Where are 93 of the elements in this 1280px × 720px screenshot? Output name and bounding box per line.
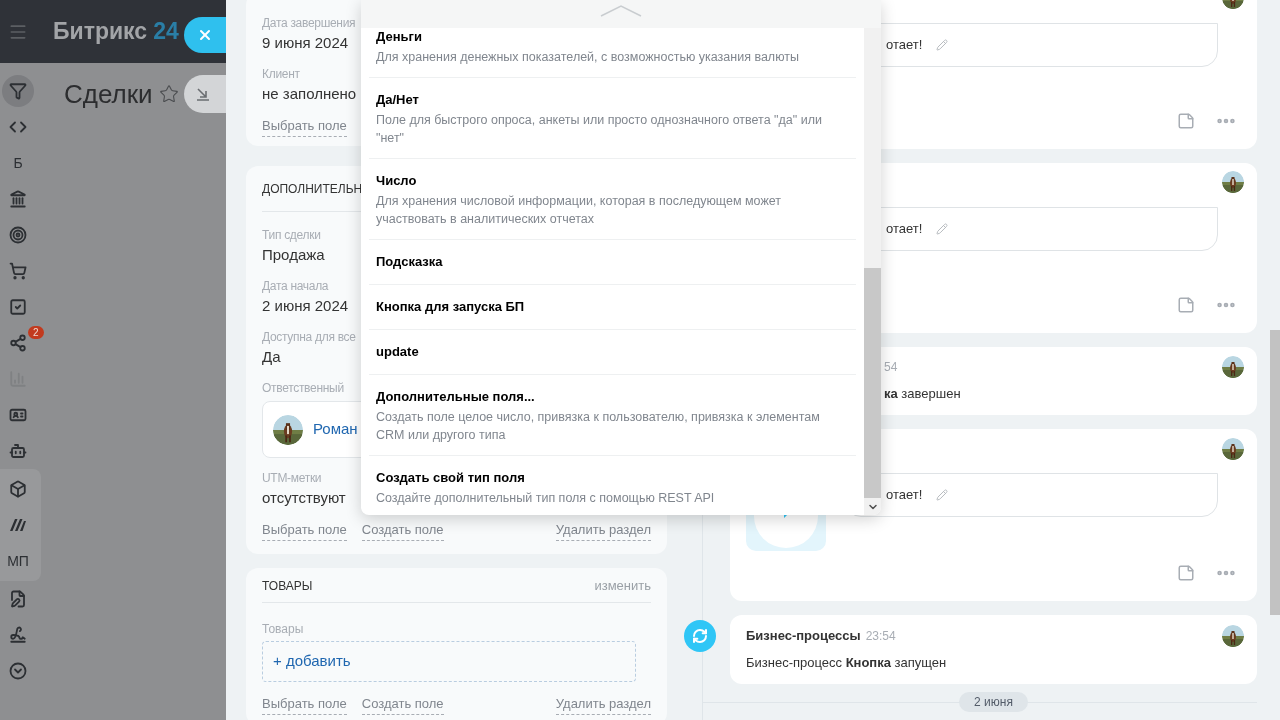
process-icon [684,620,716,652]
link[interactable]: Создать поле [361,694,444,715]
menu-item-title: Число [376,172,418,190]
menu-item-title: Да/Нет [376,91,420,109]
field-value: Да [262,347,281,367]
menu-item[interactable]: Дополнительные поля... Создать поле целое число, привязка к пользователю, привязка к элементам CRM или другого типа [369,375,856,456]
sidebar-item[interactable] [8,189,28,209]
menu-item-title: Кнопка для запуска БП [376,298,526,316]
menu-item[interactable]: Создать свой тип поля Создайте дополнительный тип поля с помощью REST API [369,456,856,515]
menu-item[interactable]: Подсказка [369,240,856,285]
slash-logo-icon [9,518,27,532]
menu-item-description: Создать поле целое число, привязка к пользователю, привязка к элементам CRM или другого типа [376,409,821,444]
field-label: Клиент [262,66,300,83]
target-icon [9,226,27,244]
chevron-down-icon [9,662,27,680]
menu-item-description: Для хранения числовой информации, которая в последующем может участвовать в аналитических отчетах [376,193,782,228]
menu-item-title: Создать свой тип поля [376,469,526,487]
field-label: Доступна для все [262,329,356,346]
link[interactable]: Создать поле [361,520,444,541]
menu-item-title: Дополнительные поля... [376,388,536,406]
nodes-icon [9,334,27,352]
menu-item-description: Для хранения денежных показателей, с возможностью указания валюты [376,49,800,66]
field-label: UTM-метки [262,470,322,487]
sidebar-item[interactable] [8,333,28,353]
menu-item[interactable]: Число Для хранения числовой информации, которая в последующем может участвовать в аналитических отчетах [369,159,856,240]
menu-item-description: Создайте дополнительный тип поля с помощью REST API [376,490,716,507]
sidebar-item[interactable] [8,479,28,499]
sidebar-item[interactable] [2,75,34,107]
download-button[interactable] [184,75,226,113]
sidebar-item[interactable] [8,661,28,681]
menu-item[interactable]: Кнопка для запуска БП [369,285,856,330]
field-value: отсутствуют [262,488,346,508]
close-icon [197,27,213,43]
section-title: ТОВАРЫ [262,578,313,595]
comment-text: отает! [886,220,923,239]
field-label: Дата начала [262,278,329,295]
cube-icon [9,480,27,498]
edit-link[interactable]: изменить [594,576,651,596]
contact-card-icon [9,406,27,424]
scrollbar-thumb[interactable] [864,268,881,498]
robot-icon [9,442,27,460]
sidebar-item[interactable]: МП [3,550,33,572]
sidebar-item[interactable]: Б [9,152,27,174]
field-value: не заполнено [262,84,357,104]
field-value: 2 июня 2024 [262,296,349,316]
add-product-button[interactable]: + добавить [262,641,636,682]
menu-item-title: update [376,343,420,361]
field-label: Ответственный [262,380,344,397]
cart-icon [9,262,27,280]
menu-item[interactable]: Деньги Для хранения денежных показателей, с возможностью указания валюты [369,28,856,78]
page-title: Сделки [64,77,153,111]
sidebar-item[interactable] [8,441,28,461]
menu-item-title: Деньги [376,28,423,46]
event-text: ка завершен [884,385,961,403]
star-icon[interactable] [158,84,179,104]
signature-icon [9,626,27,644]
event-time: 54 [884,359,898,376]
edit-document-icon [9,590,27,608]
logo[interactable]: Битрикс 24 [53,14,179,49]
event-time: 23:54 [865,628,896,645]
link[interactable]: Выбрать поле [262,694,347,715]
menu-item-description: Поле для быстрого опроса, анкеты или просто однозначного ответа "да" или "нет" [376,112,823,147]
sidebar-item[interactable] [8,225,28,245]
link[interactable]: Удалить раздел [555,694,651,715]
section-title: ДОПОЛНИТЕЛЬН [262,181,363,198]
bank-icon [9,190,27,208]
user-link[interactable]: Роман [313,418,358,441]
field-label: Тип сделки [262,227,321,244]
link[interactable]: Удалить раздел [555,520,651,541]
download-icon [196,87,210,101]
link[interactable]: Выбрать поле [262,520,347,541]
comment-text: отает! [886,486,923,505]
filter-icon [9,82,27,100]
comment-text: отает! [886,36,923,55]
sidebar-item[interactable] [8,261,28,281]
link[interactable]: Выбрать поле [262,116,347,137]
checkbox-icon [9,298,27,316]
sidebar-item[interactable] [8,297,28,317]
menu-item[interactable]: Да/Нет Поле для быстрого опроса, анкеты или просто однозначного ответа "да" или "нет" [369,78,856,159]
scrollbar-thumb[interactable] [1270,330,1280,615]
field-label: Дата завершения [262,15,356,32]
chevron-up-icon [600,5,642,17]
field-value: 9 июня 2024 [262,33,349,53]
notification-badge: 2 [28,326,44,339]
sidebar-item[interactable] [8,625,28,645]
menu-item[interactable]: update [369,330,856,375]
field-label: Товары [262,621,304,638]
event-text: Бизнес-процесс Кнопка запущен [745,654,948,672]
sidebar-item[interactable] [8,589,28,609]
close-button[interactable] [184,17,226,53]
menu-item-title: Подсказка [376,253,444,271]
event-author: Бизнес-процессы [746,627,861,646]
field-value: Продажа [262,245,325,265]
